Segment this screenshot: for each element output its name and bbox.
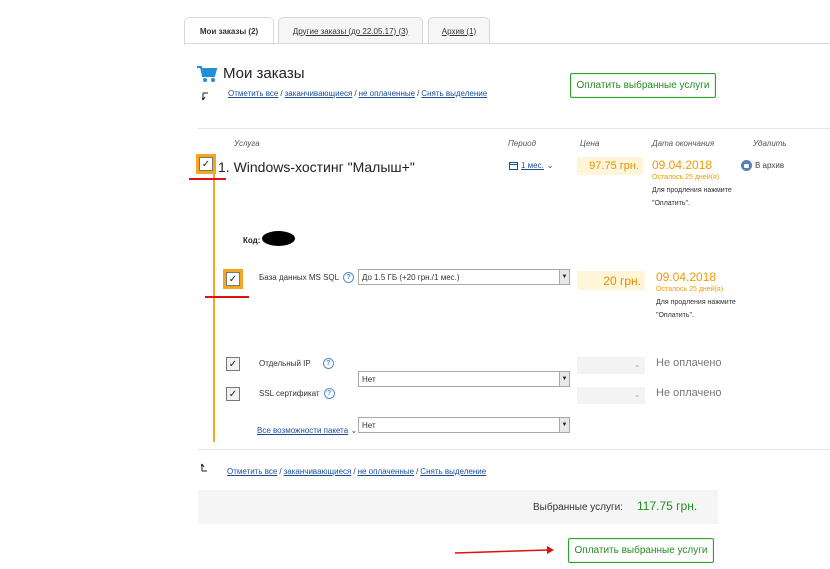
order-renew-note: Осталось 25 дней(я). Для продления нажми… bbox=[652, 174, 732, 207]
tab-my-orders[interactable]: Мои заказы (2) bbox=[184, 17, 274, 45]
mssql-checkbox-highlight: ✓ bbox=[223, 269, 243, 289]
annotation-arrow-icon bbox=[455, 546, 554, 554]
annotation-underline bbox=[205, 296, 249, 298]
ip-price: - bbox=[577, 357, 645, 374]
calendar-icon bbox=[509, 161, 518, 170]
mssql-price: 20 грн. bbox=[577, 271, 645, 290]
ip-select[interactable]: Нет ▼ bbox=[358, 371, 570, 387]
divider bbox=[198, 128, 830, 129]
archive-button[interactable]: В архив bbox=[741, 160, 784, 171]
package-features-link[interactable]: Все возможности пакета ⌄ bbox=[257, 426, 357, 435]
period-select[interactable]: 1 мес. ⌄ bbox=[509, 161, 554, 170]
pay-selected-button-top[interactable]: Оплатить выбранные услуги bbox=[570, 73, 716, 98]
clear-selection-link[interactable]: Снять выделение bbox=[421, 89, 487, 98]
select-links-top: Отметить все / заканчивающиеся / не оплаченн… bbox=[228, 89, 488, 98]
ip-label: Отдельный IP ? bbox=[259, 358, 334, 369]
column-price: Цена bbox=[580, 139, 600, 148]
chevron-down-icon: ⌄ bbox=[350, 426, 358, 435]
ssl-status: Не оплачено bbox=[656, 387, 722, 399]
order-checkbox-highlight: ✓ bbox=[196, 154, 216, 174]
order-price: 97.75 грн. bbox=[577, 157, 643, 175]
column-period: Период bbox=[508, 139, 537, 148]
dropdown-arrow-icon: ▼ bbox=[559, 418, 569, 432]
select-unpaid-link[interactable]: не оплаченные bbox=[359, 89, 415, 98]
select-ending-link[interactable]: заканчивающиеся bbox=[285, 89, 353, 98]
mssql-end-date: 09.04.2018 bbox=[656, 270, 717, 284]
tab-other-orders[interactable]: Другие заказы (до 22.05.17) (3) bbox=[278, 17, 423, 44]
totals-value: 117.75 грн. bbox=[637, 499, 698, 513]
mssql-checkbox[interactable]: ✓ bbox=[226, 272, 240, 286]
select-all-link[interactable]: Отметить все bbox=[228, 89, 278, 98]
ssl-label: SSL сертификат ? bbox=[259, 388, 335, 399]
mssql-select[interactable]: До 1.5 ГБ (+20 грн./1 мес.) ▼ bbox=[358, 269, 570, 285]
dropdown-arrow-icon: ▼ bbox=[559, 372, 569, 386]
arrow-down-icon bbox=[202, 92, 208, 101]
help-icon[interactable]: ? bbox=[323, 388, 335, 399]
pay-selected-button-bottom[interactable]: Оплатить выбранные услуги bbox=[568, 538, 714, 563]
lock-icon bbox=[741, 160, 752, 171]
order-end-date: 09.04.2018 bbox=[652, 158, 713, 172]
tab-archive[interactable]: Архив (1) bbox=[428, 17, 490, 44]
order-title: 1. Windows-хостинг "Малыш+" bbox=[218, 159, 415, 175]
help-icon[interactable]: ? bbox=[322, 358, 334, 369]
order-checkbox[interactable]: ✓ bbox=[199, 157, 213, 171]
ssl-checkbox[interactable]: ✓ bbox=[226, 387, 240, 401]
column-end-date: Дата окончания bbox=[652, 139, 715, 148]
ssl-select[interactable]: Нет ▼ bbox=[358, 417, 570, 433]
code-label: Код: bbox=[243, 236, 261, 245]
divider bbox=[198, 449, 830, 450]
ip-status: Не оплачено bbox=[656, 357, 722, 369]
mssql-label: База данных MS SQL ? bbox=[259, 272, 355, 283]
ssl-price: - bbox=[577, 387, 645, 404]
ip-checkbox[interactable]: ✓ bbox=[226, 357, 240, 371]
select-links-bottom: Отметить все / заканчивающиеся / не оплаченн… bbox=[227, 467, 487, 476]
arrow-up-icon bbox=[201, 463, 207, 472]
select-all-link[interactable]: Отметить все bbox=[227, 467, 277, 476]
column-delete: Удалить bbox=[753, 139, 787, 148]
tree-line bbox=[213, 168, 215, 442]
chevron-down-icon: ⌄ bbox=[546, 161, 554, 170]
page-title: Мои заказы bbox=[223, 65, 305, 82]
dropdown-arrow-icon: ▼ bbox=[559, 270, 569, 284]
clear-selection-link[interactable]: Снять выделение bbox=[420, 467, 486, 476]
column-service: Услуга bbox=[234, 139, 260, 148]
annotation-underline bbox=[189, 178, 226, 180]
mssql-renew-note: Осталось 25 дней(я). Для продления нажми… bbox=[656, 286, 736, 319]
select-unpaid-link[interactable]: не оплаченные bbox=[358, 467, 414, 476]
totals-label: Выбранные услуги: bbox=[533, 502, 624, 513]
redacted-code bbox=[262, 231, 295, 246]
tab-divider bbox=[184, 43, 830, 44]
help-icon[interactable]: ? bbox=[343, 272, 355, 283]
select-ending-link[interactable]: заканчивающиеся bbox=[284, 467, 352, 476]
cart-icon bbox=[197, 66, 218, 82]
